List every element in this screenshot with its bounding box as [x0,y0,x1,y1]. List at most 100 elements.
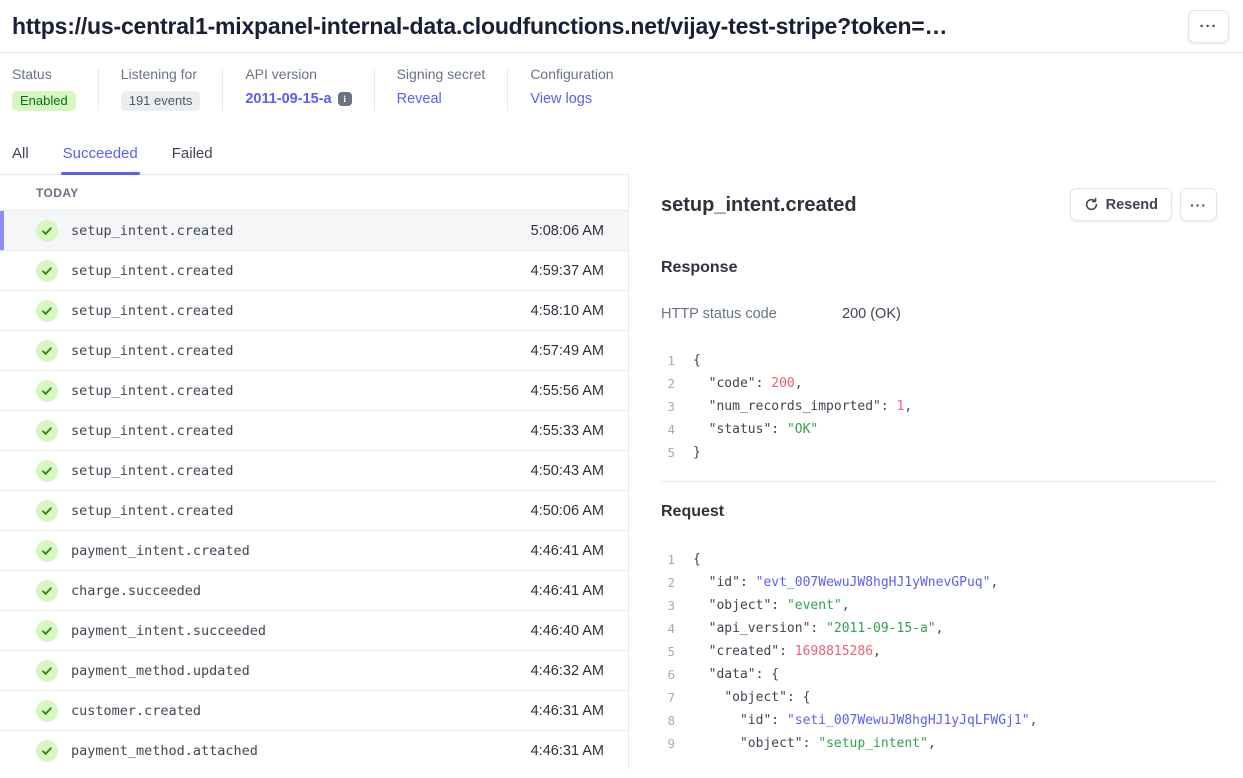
event-name: setup_intent.created [71,343,234,359]
detail-header: setup_intent.created Resend ··· [661,188,1217,221]
code-text: "code": 200, [693,372,803,395]
http-status-row: HTTP status code 200 (OK) [661,306,1217,322]
line-number: 2 [661,571,675,594]
code-text: { [693,349,701,372]
status-badge: Enabled [12,91,76,111]
event-time: 4:50:06 AM [531,503,604,519]
signing-secret-label: Signing secret [397,66,486,82]
event-name: setup_intent.created [71,503,234,519]
event-list-row[interactable]: setup_intent.created4:58:10 AM [0,291,628,331]
divider [507,68,508,111]
event-name: setup_intent.created [71,423,234,439]
code-text: "status": "OK" [693,418,818,441]
event-time: 4:46:31 AM [531,743,604,759]
code-text: "data": { [693,663,779,686]
code-line: 5 "created": 1698815286, [661,640,1217,663]
line-number: 6 [661,663,675,686]
event-name: setup_intent.created [71,263,234,279]
main-content: TODAY setup_intent.created5:08:06 AMsetu… [0,174,1243,769]
event-list-row[interactable]: payment_intent.succeeded 4:46:40 AM [0,611,628,651]
code-line: 9 "object": "setup_intent", [661,732,1217,755]
check-circle-icon [36,700,58,722]
code-line: 2 "code": 200, [661,372,1217,395]
event-list-row[interactable]: setup_intent.created4:55:56 AM [0,371,628,411]
code-line: 7 "object": { [661,686,1217,709]
status-col-listening: Listening for 191 events [121,66,201,111]
line-number: 5 [661,640,675,663]
event-time: 4:46:31 AM [531,703,604,719]
resend-refresh-icon [1084,197,1099,212]
event-time: 4:46:41 AM [531,543,604,559]
code-text: "created": 1698815286, [693,640,881,663]
event-time: 4:55:56 AM [531,383,604,399]
event-time: 4:46:32 AM [531,663,604,679]
check-circle-icon [36,500,58,522]
listening-for-label: Listening for [121,66,201,82]
code-line: 6 "data": { [661,663,1217,686]
response-code-block: 1{2 "code": 200,3 "num_records_imported"… [661,349,1217,464]
line-number: 4 [661,617,675,640]
line-number: 5 [661,441,675,464]
event-list-row[interactable]: setup_intent.created5:08:06 AM [0,211,628,251]
event-list-row[interactable]: charge.succeeded4:46:41 AM [0,571,628,611]
detail-overflow-button[interactable]: ··· [1180,188,1217,221]
code-text: "object": "setup_intent", [693,732,936,755]
api-version-link[interactable]: 2011-09-15-a [245,91,331,107]
line-number: 4 [661,418,675,441]
tab-all[interactable]: All [12,145,29,174]
event-name: payment_intent.succeeded [71,623,266,639]
header-overflow-button[interactable]: ··· [1188,10,1229,43]
status-col-configuration: Configuration View logs [530,66,613,111]
configuration-label: Configuration [530,66,613,82]
detail-actions: Resend ··· [1070,188,1217,221]
event-list-rows: setup_intent.created5:08:06 AMsetup_inte… [0,211,628,769]
code-line: 4 "status": "OK" [661,418,1217,441]
event-list-row[interactable]: customer.created4:46:31 AM [0,691,628,731]
tab-succeeded[interactable]: Succeeded [63,145,138,174]
event-list-row[interactable]: setup_intent.created4:55:33 AM [0,411,628,451]
line-number: 3 [661,594,675,617]
line-number: 2 [661,372,675,395]
code-line: 4 "api_version": "2011-09-15-a", [661,617,1217,640]
status-col-status: Status Enabled [12,66,76,111]
event-time: 4:46:40 AM [531,623,604,639]
ellipsis-icon: ··· [1190,197,1207,213]
view-logs-link[interactable]: View logs [530,91,613,107]
event-list-row[interactable]: payment_method.updated4:46:32 AM [0,651,628,691]
event-filter-tabs: All Succeeded Failed [0,127,1243,174]
event-list-row[interactable]: payment_method.attached4:46:31 AM [0,731,628,769]
line-number: 1 [661,349,675,372]
reveal-link[interactable]: Reveal [397,91,486,107]
check-circle-icon [36,340,58,362]
check-circle-icon [36,260,58,282]
event-name: charge.succeeded [71,583,201,599]
resend-label: Resend [1106,197,1158,213]
event-list-row[interactable]: setup_intent.created4:50:43 AM [0,451,628,491]
event-list-row[interactable]: setup_intent.created 4:59:37 AM [0,251,628,291]
line-number: 3 [661,395,675,418]
code-line: 3 "object": "event", [661,594,1217,617]
event-detail-panel: setup_intent.created Resend ··· Response [629,174,1243,769]
event-list-row[interactable]: setup_intent.created4:57:49 AM [0,331,628,371]
info-icon[interactable]: i [338,92,352,106]
event-list-row[interactable]: setup_intent.created 4:50:06 AM [0,491,628,531]
events-count-badge: 191 events [121,91,201,111]
event-time: 4:59:37 AM [531,263,604,279]
ellipsis-icon: ··· [1200,18,1218,35]
page-header: https://us-central1-mixpanel-internal-da… [0,0,1243,53]
status-label: Status [12,66,76,82]
code-line: 5} [661,441,1217,464]
check-circle-icon [36,740,58,762]
tab-failed[interactable]: Failed [172,145,213,174]
code-line: 1{ [661,548,1217,571]
check-circle-icon [36,220,58,242]
event-time: 4:50:43 AM [531,463,604,479]
code-text: "id": "seti_007WewuJW8hgHJ1yJqLFWGj1", [693,709,1037,732]
divider [98,68,99,111]
check-circle-icon [36,380,58,402]
event-list-row[interactable]: payment_intent.created4:46:41 AM [0,531,628,571]
resend-button[interactable]: Resend [1070,188,1172,221]
code-line: 8 "id": "seti_007WewuJW8hgHJ1yJqLFWGj1", [661,709,1217,732]
code-text: { [693,548,701,571]
api-version-label: API version [245,66,351,82]
